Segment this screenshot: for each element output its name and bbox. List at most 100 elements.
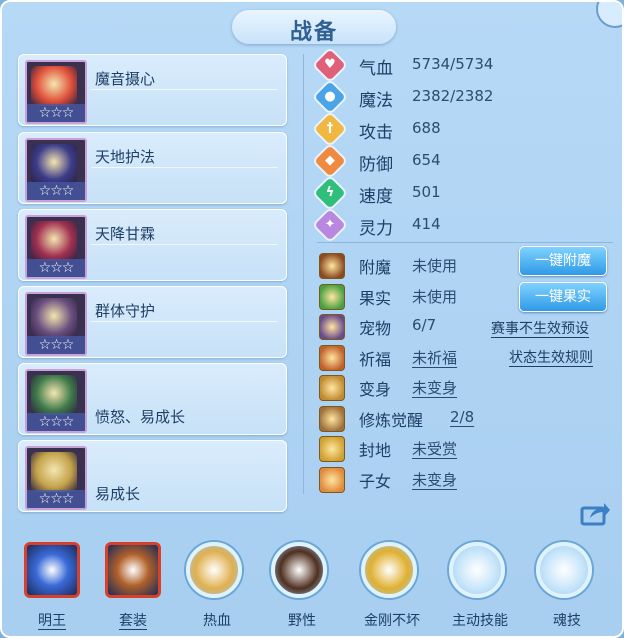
- stat-label: 气血: [359, 59, 393, 79]
- stat-glyph: ◆: [325, 153, 335, 168]
- attribute-label: 修炼觉醒: [359, 410, 424, 430]
- equipment-art: [31, 298, 77, 338]
- blessing-icon: [319, 344, 345, 371]
- skill-ring: [449, 542, 505, 598]
- skill-ring: [361, 542, 417, 598]
- section-divider: [317, 242, 613, 243]
- star-rating: ☆☆☆: [27, 182, 85, 200]
- star-rating: ☆☆☆: [27, 104, 85, 122]
- stat-value: 5734/5734: [412, 55, 494, 73]
- transform-icon: [319, 375, 345, 401]
- stat-glyph: ϟ: [325, 185, 335, 200]
- stat-label: 灵力: [359, 219, 393, 239]
- stat-label: 攻击: [359, 123, 393, 143]
- attribute-value: 未使用: [412, 257, 458, 275]
- card-divider: [91, 244, 278, 245]
- skill-frame: [105, 542, 161, 598]
- close-icon[interactable]: [596, 2, 622, 28]
- awaken-icon: [319, 405, 345, 432]
- attribute-row: 封地 未受赏: [317, 435, 617, 463]
- attribute-label: 果实: [359, 288, 392, 308]
- equipment-art: [31, 452, 77, 492]
- attribute-label: 变身: [359, 380, 392, 399]
- stat-label: 速度: [359, 187, 393, 207]
- skill-label: 金刚不坏: [364, 613, 420, 629]
- equipment-name: 愤怒、易成长: [95, 408, 186, 426]
- skill-ring: [271, 542, 327, 598]
- equipment-name: 天地护法: [95, 148, 156, 166]
- attribute-value[interactable]: 未祈福: [412, 347, 457, 368]
- enchant-icon: [319, 253, 345, 279]
- equipment-art: [31, 66, 77, 106]
- attribute-row: 子女 未变身: [317, 466, 617, 494]
- stat-row: ● 魔法 2382/2382: [314, 81, 617, 113]
- star-rating: ☆☆☆: [27, 490, 85, 508]
- battle-prep-panel: 战备 ☆☆☆ 魔音摄心 ☆☆☆ 天地护法 ☆☆☆ 天降甘霖 ☆☆☆ 群体守护 ☆…: [0, 0, 624, 638]
- skill-ring: [536, 542, 592, 598]
- stat-label: 防御: [359, 155, 393, 175]
- panel-title: 战备: [289, 20, 338, 45]
- fruit-icon: [319, 283, 345, 310]
- attribute-value[interactable]: 未受赏: [412, 438, 457, 459]
- card-divider: [91, 89, 278, 90]
- equipment-thumbnail: ☆☆☆: [25, 60, 87, 124]
- stat-row: ♥ 气血 5734/5734: [314, 49, 617, 81]
- stat-row: ϟ 速度 501: [314, 177, 617, 209]
- equipment-card[interactable]: ☆☆☆ 愤怒、易成长: [18, 363, 287, 435]
- share-icon[interactable]: [580, 500, 610, 526]
- attribute-value[interactable]: 2/8: [450, 408, 474, 426]
- stat-glyph: ♥: [324, 57, 336, 72]
- attribute-value[interactable]: 未变身: [412, 377, 457, 398]
- pet-icon: [319, 314, 345, 340]
- column-divider: [303, 54, 304, 494]
- equipment-thumbnail: ☆☆☆: [25, 292, 87, 356]
- attribute-value: 未使用: [412, 287, 458, 306]
- stat-value: 2382/2382: [412, 87, 494, 105]
- stat-glyph: ✦: [324, 217, 336, 232]
- stat-value: 688: [412, 119, 441, 137]
- skill-label: 套装: [119, 613, 147, 629]
- event-preset-link[interactable]: 赛事不生效预设: [491, 318, 589, 338]
- one-click-fruit-button[interactable]: 一键果实: [519, 282, 607, 312]
- equipment-card[interactable]: ☆☆☆ 魔音摄心: [18, 54, 287, 126]
- stat-value: 414: [412, 215, 441, 233]
- attribute-value: 6/7: [412, 316, 437, 334]
- equipment-card[interactable]: ☆☆☆ 群体守护: [18, 286, 287, 358]
- skill-ring: [186, 542, 242, 598]
- equipment-art: [31, 375, 77, 415]
- stat-glyph: ●: [324, 89, 336, 104]
- attribute-label: 祈福: [359, 349, 392, 369]
- star-rating: ☆☆☆: [27, 413, 85, 431]
- skill-label: 野性: [288, 613, 316, 629]
- attribute-label: 子女: [359, 471, 392, 491]
- skill-label: 主动技能: [452, 613, 508, 629]
- status-rule-link[interactable]: 状态生效规则: [509, 347, 593, 367]
- star-rating: ☆☆☆: [27, 336, 85, 354]
- title-bar: 战备: [232, 10, 396, 45]
- fief-icon: [319, 436, 345, 462]
- equipment-thumbnail: ☆☆☆: [25, 369, 87, 433]
- card-divider: [91, 321, 278, 322]
- stat-value: 654: [412, 151, 441, 169]
- child-icon: [319, 466, 345, 493]
- equipment-thumbnail: ☆☆☆: [25, 446, 87, 510]
- attribute-value[interactable]: 未变身: [412, 469, 457, 490]
- equipment-card[interactable]: ☆☆☆ 天地护法: [18, 132, 287, 204]
- card-divider: [91, 167, 278, 168]
- equipment-name: 群体守护: [95, 302, 156, 320]
- equipment-card[interactable]: ☆☆☆ 易成长: [18, 440, 287, 512]
- stat-row: † 攻击 688: [314, 113, 617, 145]
- stat-label: 魔法: [359, 91, 393, 111]
- equipment-card[interactable]: ☆☆☆ 天降甘霖: [18, 209, 287, 281]
- skill-label: 明王: [38, 613, 66, 629]
- attribute-label: 附魔: [359, 258, 392, 277]
- equipment-thumbnail: ☆☆☆: [25, 215, 87, 279]
- one-click-enchant-button[interactable]: 一键附魔: [519, 246, 607, 276]
- equipment-name: 天降甘霖: [95, 225, 156, 243]
- stat-row: ✦ 灵力 414: [314, 209, 617, 241]
- equipment-name: 易成长: [95, 485, 141, 503]
- star-rating: ☆☆☆: [27, 259, 85, 277]
- attribute-label: 封地: [359, 441, 392, 460]
- equipment-thumbnail: ☆☆☆: [25, 138, 87, 202]
- equipment-name: 魔音摄心: [95, 70, 156, 88]
